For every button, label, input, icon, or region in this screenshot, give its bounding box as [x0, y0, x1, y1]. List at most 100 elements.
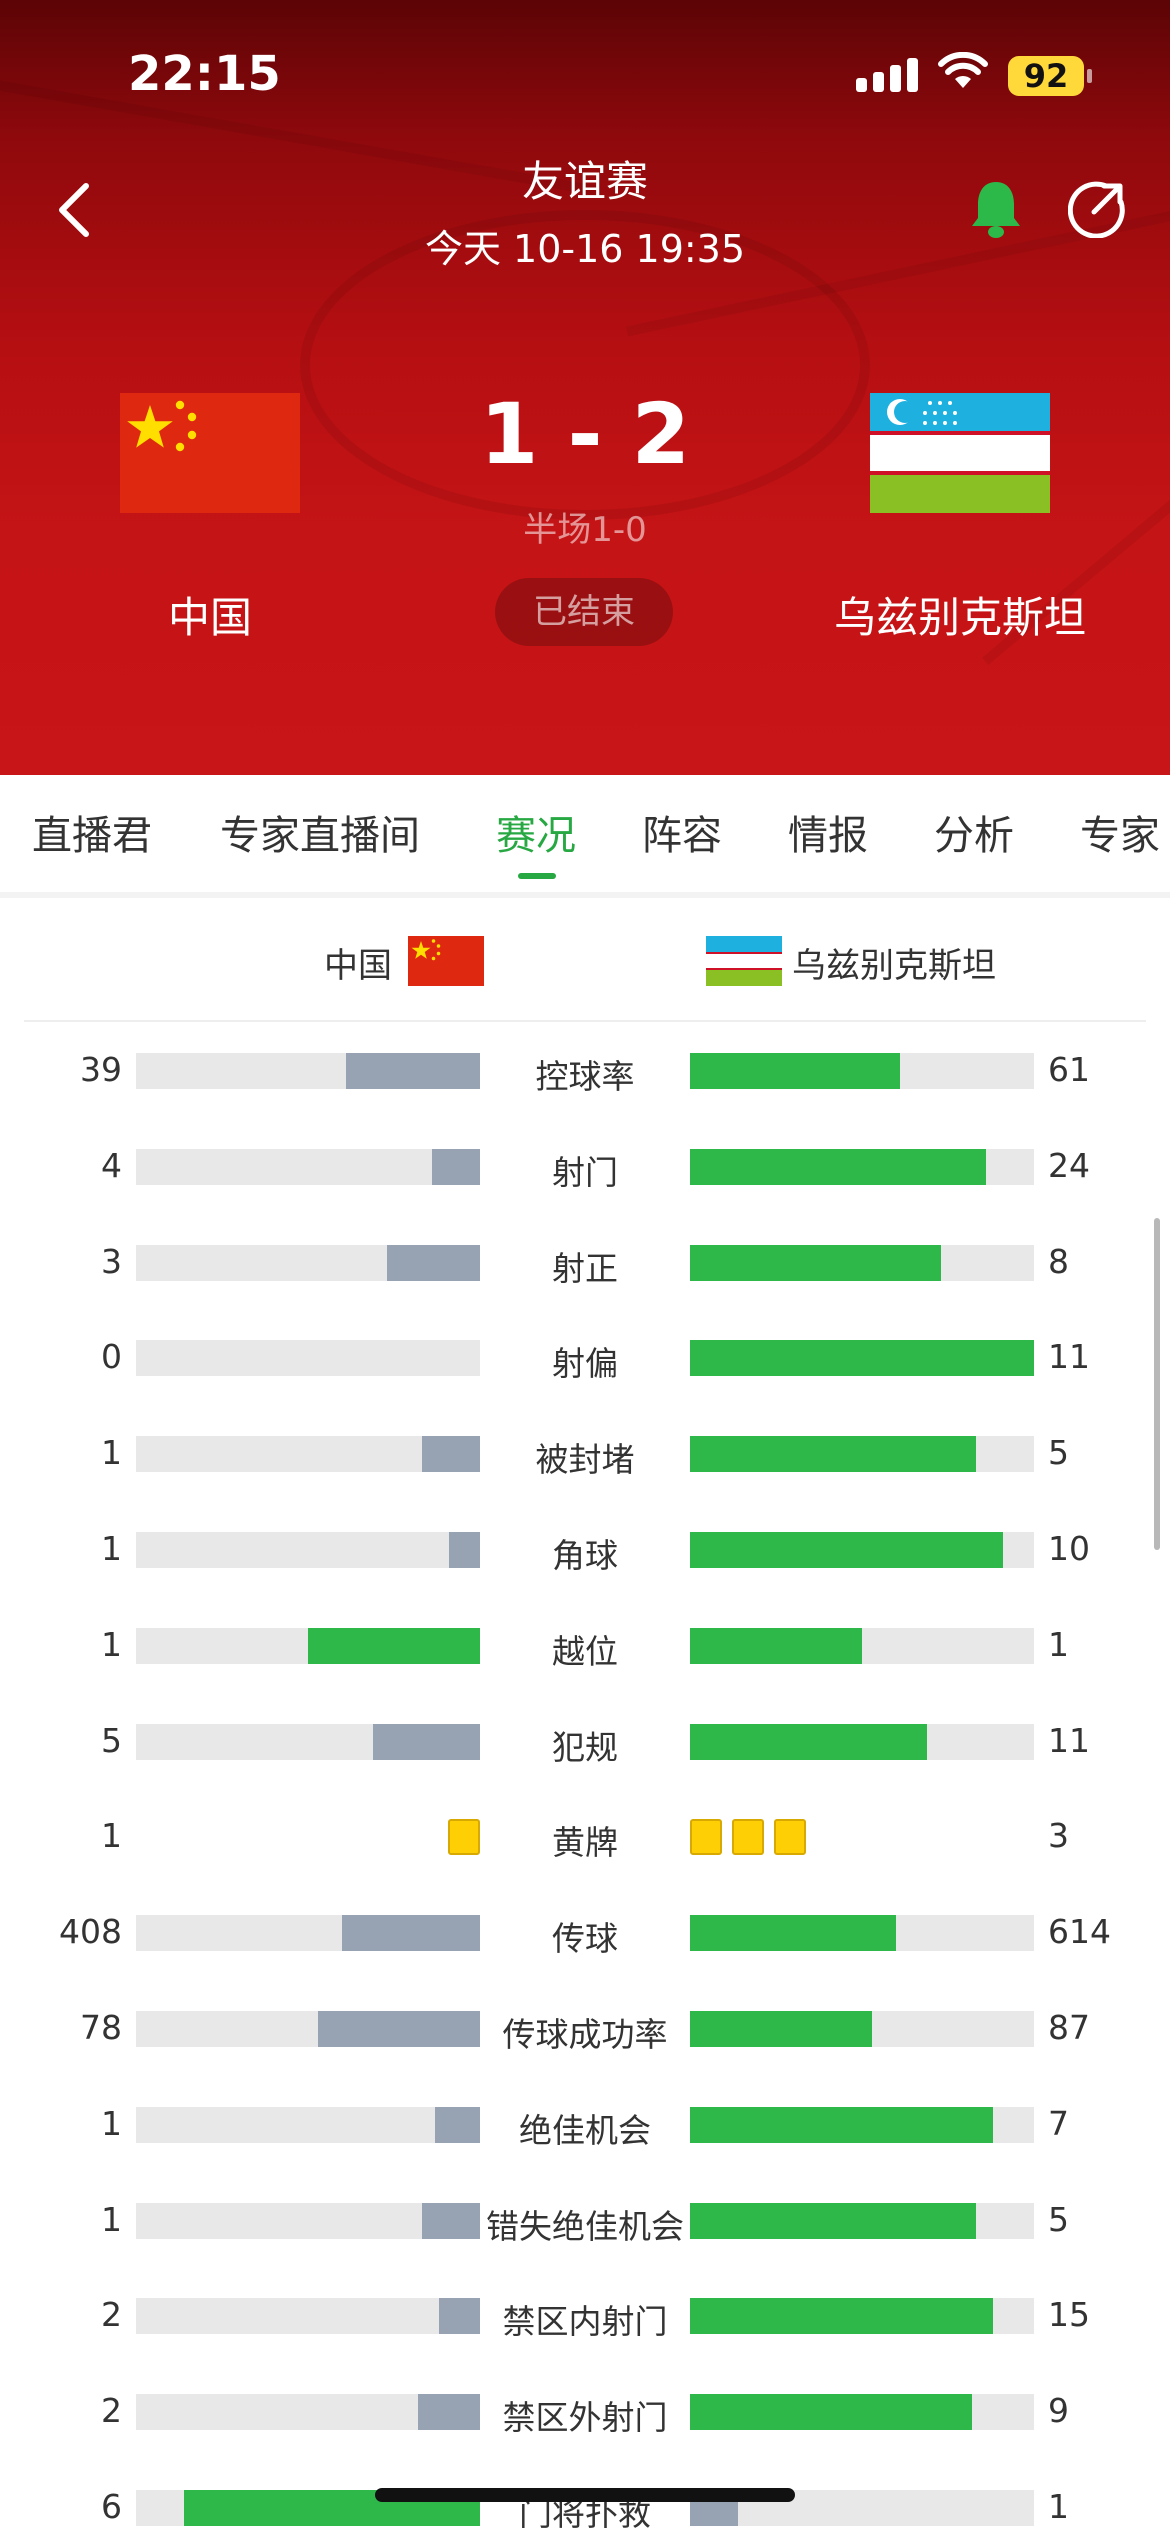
yellow-card-icon	[774, 1819, 806, 1855]
home-stat-bar	[136, 1149, 480, 1185]
away-stat-bar	[690, 1053, 1034, 1089]
status-bar-time: 22:15	[128, 46, 281, 102]
home-stat-bar-fill	[308, 1628, 480, 1664]
stat-home-value: 1	[101, 1433, 122, 1472]
stat-label: 绝佳机会	[519, 2111, 651, 2150]
away-stat-bar-fill	[690, 1149, 986, 1185]
stats-home-flag	[408, 936, 484, 986]
home-stat-bar-fill	[387, 1245, 480, 1281]
away-stat-bar-fill	[690, 1915, 896, 1951]
stat-label: 传球	[552, 1919, 618, 1958]
away-stat-bar-fill	[690, 1340, 1034, 1376]
wifi-icon	[938, 52, 988, 88]
away-stat-bar-fill	[690, 1436, 976, 1472]
stat-home-value: 1	[101, 2104, 122, 2143]
stat-label: 错失绝佳机会	[486, 2207, 684, 2246]
stat-away-value: 1	[1048, 2487, 1069, 2526]
stat-home-value: 1	[101, 1816, 122, 1855]
stat-away-value: 24	[1048, 1146, 1090, 1185]
home-stat-bar	[136, 2011, 480, 2047]
stat-away-value: 10	[1048, 1529, 1090, 1568]
stat-row: 78 传球成功率 87	[0, 1994, 1170, 2064]
away-team-name[interactable]: 乌兹别克斯坦	[800, 584, 1120, 645]
stat-away-value: 8	[1048, 1242, 1069, 1281]
stats-team-header: 中国 乌兹别克斯坦	[24, 900, 1146, 1022]
match-header: 22:15 92 友谊赛 今天 10-16 19:35 1 - 2 半场1-0 …	[0, 0, 1170, 775]
stat-away-value: 7	[1048, 2104, 1069, 2143]
away-stat-bar	[690, 1436, 1034, 1472]
stat-away-value: 1	[1048, 1625, 1069, 1664]
away-stat-bar	[690, 2011, 1034, 2047]
stat-row: 1 错失绝佳机会 5	[0, 2186, 1170, 2256]
home-stat-bar	[136, 1915, 480, 1951]
stat-row: 6 门将扑救 1	[0, 2473, 1170, 2532]
away-stat-bar	[690, 1628, 1034, 1664]
stat-label: 射门	[552, 1153, 618, 1192]
flag-band-blue	[706, 936, 782, 952]
stat-away-value: 614	[1048, 1912, 1111, 1951]
battery-icon: 92	[1008, 56, 1092, 96]
stat-home-value: 2	[101, 2295, 122, 2334]
home-stat-bar-fill	[346, 1053, 480, 1089]
home-team-name[interactable]: 中国	[110, 584, 310, 645]
home-stat-bar	[136, 1340, 480, 1376]
stats-home-team-name: 中国	[324, 946, 392, 986]
tab-match-status[interactable]: 赛况	[496, 803, 576, 861]
flag-band-white	[706, 954, 782, 968]
home-stat-bar	[136, 1532, 480, 1568]
stat-row: 39 控球率 61	[0, 1036, 1170, 1106]
stat-label: 控球率	[535, 1057, 635, 1096]
home-stat-bar	[136, 2203, 480, 2239]
stat-row: 1 角球 10	[0, 1515, 1170, 1585]
stat-row: 5 犯规 11	[0, 1707, 1170, 1777]
stat-row: 2 禁区外射门 9	[0, 2377, 1170, 2447]
away-stat-bar	[690, 2298, 1034, 2334]
bell-icon[interactable]	[968, 178, 1024, 240]
tab-expert-live-room[interactable]: 专家直播间	[220, 803, 420, 861]
stat-label: 禁区外射门	[502, 2398, 668, 2437]
home-stat-bar	[136, 1628, 480, 1664]
home-stat-bar-fill	[318, 2011, 480, 2047]
home-indicator[interactable]	[375, 2488, 795, 2502]
away-stat-bar	[690, 1149, 1034, 1185]
stat-home-value: 78	[80, 2008, 122, 2047]
halftime-score: 半场1-0	[523, 510, 647, 550]
stat-home-value: 6	[101, 2487, 122, 2526]
match-score: 1 - 2	[479, 385, 691, 483]
stat-row: 3 射正 8	[0, 1228, 1170, 1298]
home-stat-bar	[136, 1724, 480, 1760]
away-stat-bar-fill	[690, 1532, 1003, 1568]
tab-expert[interactable]: 专家	[1080, 803, 1160, 861]
tab-live-host[interactable]: 直播君	[32, 803, 152, 861]
stat-home-value: 1	[101, 2200, 122, 2239]
active-tab-indicator	[518, 873, 556, 879]
stat-row: 1 绝佳机会 7	[0, 2090, 1170, 2160]
stat-away-value: 87	[1048, 2008, 1090, 2047]
tab-lineup[interactable]: 阵容	[642, 803, 722, 861]
stat-home-value: 0	[101, 1337, 122, 1376]
stat-away-value: 15	[1048, 2295, 1090, 2334]
away-stat-bar-fill	[690, 1724, 927, 1760]
stat-label: 被封堵	[535, 1440, 635, 1479]
tab-analysis[interactable]: 分析	[934, 803, 1014, 861]
cellular-signal-icon	[856, 56, 918, 92]
stat-away-value: 5	[1048, 1433, 1069, 1472]
stat-row: 1 黄牌 3	[0, 1802, 1170, 1872]
stat-label: 射偏	[552, 1344, 618, 1383]
tab-intel[interactable]: 情报	[788, 803, 868, 861]
stat-row: 1 被封堵 5	[0, 1419, 1170, 1489]
stats-away-flag	[706, 936, 782, 986]
home-stat-bar	[136, 1053, 480, 1089]
stat-home-value: 4	[101, 1146, 122, 1185]
stat-label: 犯规	[552, 1728, 618, 1767]
stat-row: 4 射门 24	[0, 1132, 1170, 1202]
share-icon[interactable]	[1068, 180, 1126, 238]
china-flag-icon	[411, 939, 441, 961]
stat-home-value: 1	[101, 1625, 122, 1664]
stat-home-value: 5	[101, 1721, 122, 1760]
scrollbar[interactable]	[1154, 1218, 1160, 1550]
stat-away-value: 11	[1048, 1337, 1090, 1376]
stat-label: 角球	[552, 1536, 618, 1575]
stat-away-value: 11	[1048, 1721, 1090, 1760]
stat-away-value: 9	[1048, 2391, 1069, 2430]
